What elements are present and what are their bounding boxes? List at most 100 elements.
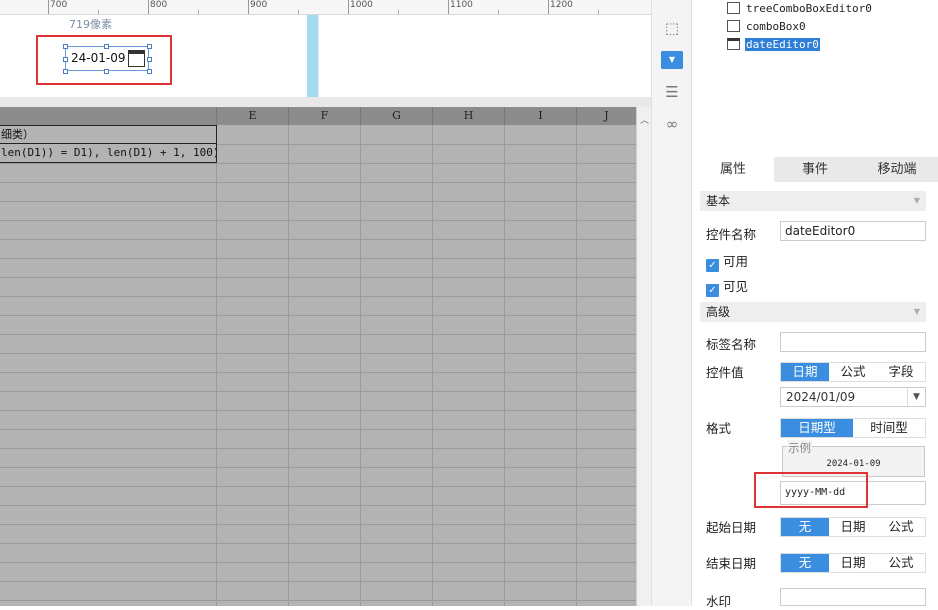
option-date[interactable]: 日期 — [781, 363, 829, 381]
ruler-label: 1000 — [350, 0, 373, 10]
check-icon: ✓ — [706, 284, 719, 297]
selected-date: 2024/01/09 — [786, 390, 856, 404]
canvas-separator[interactable] — [0, 97, 651, 107]
ruler-tick — [98, 10, 99, 14]
canvas-margin — [318, 15, 651, 97]
panel-tabs: 属性 事件 移动端 — [692, 157, 938, 182]
grid-line — [0, 600, 636, 601]
start-date-label: 起始日期 — [706, 520, 757, 535]
start-date-toggle: 无 日期 公式 — [780, 517, 926, 537]
date-editor-widget[interactable]: 24-01-09 — [65, 46, 149, 71]
grid-line — [0, 581, 636, 582]
stack-icon[interactable]: ☰ — [662, 82, 682, 102]
tag-name-label: 标签名称 — [706, 337, 757, 352]
link-icon[interactable]: ∞ — [662, 114, 682, 134]
tab-mobile[interactable]: 移动端 — [856, 157, 938, 182]
example-value: 2024-01-09 — [826, 459, 881, 469]
highlight-box-format — [754, 472, 868, 508]
grid-line — [0, 277, 636, 278]
grid-line — [0, 391, 636, 392]
grid-line — [0, 505, 636, 506]
tree-item-treecombobox[interactable]: treeComboBoxEditor0 — [727, 1, 873, 17]
option-date[interactable]: 日期 — [829, 554, 877, 572]
date-editor-value: 24-01-09 — [71, 51, 126, 65]
resize-handle[interactable] — [147, 57, 152, 62]
vertical-scrollbar[interactable]: ︿ — [636, 107, 651, 606]
column-header[interactable]: H — [433, 107, 505, 125]
ruler-tick — [498, 10, 499, 14]
end-date-toggle: 无 日期 公式 — [780, 553, 926, 573]
control-name-field[interactable]: dateEditor0 — [780, 221, 926, 241]
spreadsheet-grid[interactable]: E F G H I J 细类） len(D1)) = D1), len(D1) … — [0, 107, 636, 606]
grid-line — [216, 125, 217, 606]
tree-item-label: comboBox0 — [746, 20, 806, 33]
ruler-tick — [598, 10, 599, 14]
ruler-tick — [148, 0, 149, 14]
option-time-type[interactable]: 时间型 — [853, 419, 925, 437]
resize-handle[interactable] — [147, 44, 152, 49]
tag-name-field[interactable] — [780, 332, 926, 352]
resize-handle[interactable] — [63, 57, 68, 62]
ruler-tick — [198, 10, 199, 14]
horizontal-ruler: 700 800 900 1000 1100 1200 — [0, 0, 651, 15]
option-none[interactable]: 无 — [781, 554, 829, 572]
section-title: 基本 — [706, 194, 731, 208]
ruler-tick — [548, 0, 549, 14]
widget-toolbar: ⬚ ▼ ☰ ∞ — [651, 0, 692, 606]
column-header-blank[interactable] — [0, 107, 217, 125]
control-value-date-select[interactable]: 2024/01/09 ▼ — [780, 387, 926, 407]
resize-handle[interactable] — [104, 44, 109, 49]
column-header[interactable]: J — [577, 107, 636, 125]
option-date[interactable]: 日期 — [829, 518, 877, 536]
crop-icon[interactable]: ⬚ — [662, 18, 682, 38]
column-header[interactable]: F — [289, 107, 361, 125]
grid-line — [0, 353, 636, 354]
enabled-checkbox[interactable]: ✓ 可用 — [706, 251, 748, 272]
grid-line — [504, 125, 505, 606]
column-header[interactable]: I — [505, 107, 577, 125]
grid-line — [0, 467, 636, 468]
resize-handle[interactable] — [63, 69, 68, 74]
option-formula[interactable]: 公式 — [877, 554, 925, 572]
control-name-label: 控件名称 — [706, 227, 757, 242]
option-formula[interactable]: 公式 — [877, 518, 925, 536]
column-header[interactable]: G — [361, 107, 433, 125]
enabled-label: 可用 — [723, 254, 749, 269]
grid-line — [0, 239, 636, 240]
section-advanced[interactable]: 高级 ▼ — [700, 302, 926, 322]
visible-checkbox[interactable]: ✓ 可见 — [706, 276, 748, 297]
option-none[interactable]: 无 — [781, 518, 829, 536]
watermark-field[interactable] — [780, 588, 926, 606]
option-field[interactable]: 字段 — [877, 363, 925, 381]
cell-formula-label[interactable]: 细类） — [0, 125, 217, 144]
grid-line — [0, 334, 636, 335]
cell-formula[interactable]: len(D1)) = D1), len(D1) + 1, 100) — [0, 144, 217, 163]
chevron-down-icon[interactable]: ▼ — [907, 388, 925, 406]
option-date-type[interactable]: 日期型 — [781, 419, 853, 437]
ruler-label: 800 — [150, 0, 168, 10]
ruler-label: 700 — [50, 0, 68, 10]
tree-item-dateeditor[interactable]: dateEditor0 — [727, 37, 820, 53]
combo-dropdown-icon[interactable]: ▼ — [661, 51, 683, 69]
grid-line — [0, 410, 636, 411]
section-basic[interactable]: 基本 ▼ — [700, 191, 926, 211]
resize-handle[interactable] — [63, 44, 68, 49]
calendar-icon[interactable] — [128, 50, 145, 67]
scroll-up-icon[interactable]: ︿ — [640, 113, 649, 126]
grid-line — [0, 372, 636, 373]
tab-properties[interactable]: 属性 — [692, 157, 774, 182]
ruler-tick — [248, 0, 249, 14]
tree-item-combobox[interactable]: comboBox0 — [727, 19, 807, 35]
grid-line — [0, 182, 636, 183]
ruler-tick — [448, 0, 449, 14]
ruler-tick — [298, 10, 299, 14]
tab-events[interactable]: 事件 — [774, 157, 856, 182]
tree-item-label: treeComboBoxEditor0 — [746, 2, 872, 15]
widget-tree: treeComboBoxEditor0 comboBox0 dateEditor… — [692, 0, 938, 157]
design-canvas[interactable]: 719像素 24-01-09 — [0, 15, 651, 97]
resize-handle[interactable] — [147, 69, 152, 74]
resize-handle[interactable] — [104, 69, 109, 74]
check-icon: ✓ — [706, 259, 719, 272]
option-formula[interactable]: 公式 — [829, 363, 877, 381]
column-header[interactable]: E — [217, 107, 289, 125]
